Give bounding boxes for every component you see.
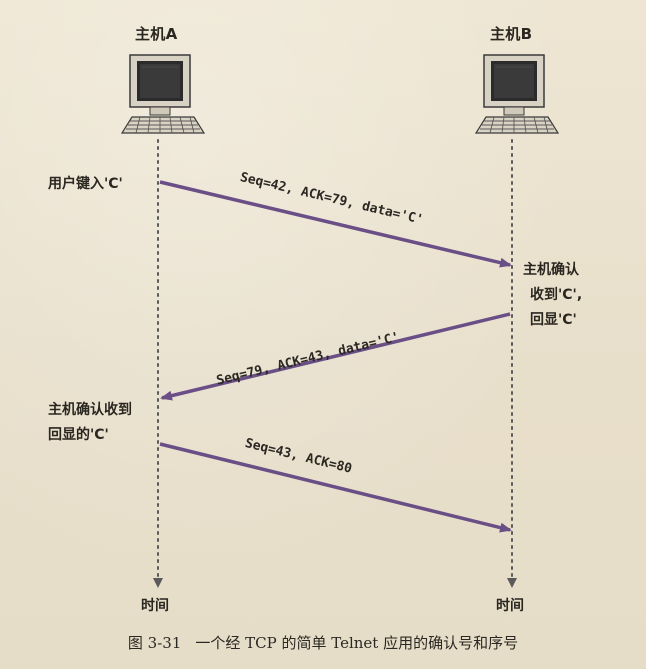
host-a-ack-note: 主机确认收到 回显的'C' (48, 398, 132, 448)
sequence-diagram (120, 54, 560, 588)
host-a-computer-icon (120, 54, 206, 134)
figure-caption: 图 3-31 一个经 TCP 的简单 Telnet 应用的确认号和序号 (0, 632, 646, 653)
host-b-ack-note: 主机确认 收到'C', 回显'C' (523, 258, 582, 333)
host-b-ack-line-3: 回显'C' (530, 312, 577, 328)
host-b-time-label: 时间 (496, 598, 524, 614)
figure-number: 图 3-31 (127, 634, 182, 652)
host-a-ack-line-2: 回显的'C' (48, 427, 109, 443)
figure-caption-text: 一个经 TCP 的简单 Telnet 应用的确认号和序号 (195, 634, 519, 652)
diagram-figure: 主机A 主机B Seq=42, ACK=79, data='C' Seq=79,… (0, 0, 646, 669)
host-a-ack-line-1: 主机确认收到 (48, 402, 132, 418)
host-a-time-label: 时间 (141, 598, 169, 614)
host-b-time-arrowhead (507, 578, 517, 588)
host-a-time-arrowhead (153, 578, 163, 588)
host-b-ack-line-2: 收到'C', (530, 287, 583, 303)
host-b-computer-icon (474, 54, 560, 134)
host-b-ack-line-1: 主机确认 (523, 262, 579, 278)
host-b-label: 主机B (490, 25, 533, 43)
host-a-label: 主机A (135, 25, 178, 43)
user-types-note: 用户键入'C' (48, 176, 123, 192)
